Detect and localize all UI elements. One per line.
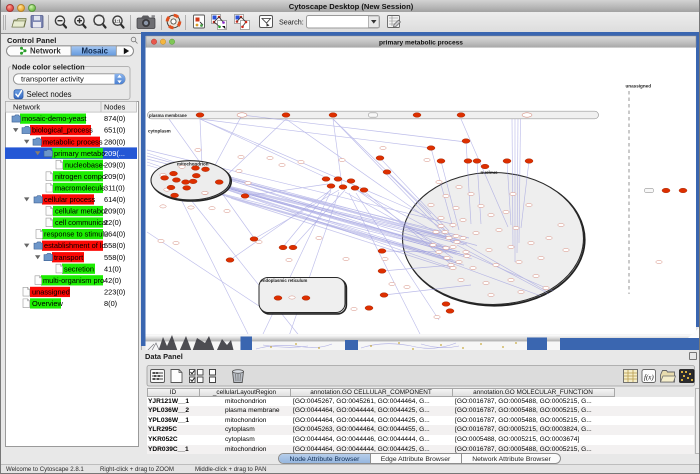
svg-text:209(...: 209(... [104, 149, 125, 158]
svg-text:Mosaic: Mosaic [82, 47, 109, 56]
svg-text:plasma membrane: plasma membrane [149, 113, 187, 118]
svg-text:establishment of lo: establishment of lo [44, 241, 106, 250]
svg-text:cell communicat: cell communicat [55, 218, 108, 227]
svg-text:264(0): 264(0) [104, 230, 125, 239]
svg-text:8(0): 8(0) [104, 299, 117, 308]
svg-text:280(0): 280(0) [104, 137, 125, 146]
svg-text:response to stimulu: response to stimulu [44, 230, 108, 239]
svg-text:cytoplasm: cytoplasm [148, 129, 171, 134]
svg-text:secretion: secretion [64, 264, 94, 273]
svg-text:614(0): 614(0) [104, 195, 125, 204]
svg-text:311(0): 311(0) [104, 184, 125, 193]
svg-text:209(0): 209(0) [104, 160, 125, 169]
svg-text:f(x): f(x) [644, 374, 654, 382]
svg-text:558(0): 558(0) [104, 253, 125, 262]
svg-text:42(0): 42(0) [104, 276, 121, 285]
svg-text:nitrogen compo: nitrogen compo [55, 172, 106, 181]
svg-text:transport: transport [54, 253, 83, 262]
svg-text:cellular metabol: cellular metabol [55, 207, 107, 216]
svg-text:metabolic process: metabolic process [43, 137, 103, 146]
svg-text:874(0): 874(0) [104, 114, 125, 123]
svg-text:unassigned: unassigned [32, 287, 70, 296]
svg-text:transporter activity: transporter activity [21, 75, 84, 84]
svg-text:Select nodes: Select nodes [27, 90, 72, 99]
svg-text:22(0): 22(0) [104, 218, 121, 227]
svg-text:nucleobase-: nucleobase- [65, 160, 106, 169]
svg-text:Node color selection: Node color selection [12, 62, 85, 71]
svg-text:primary metabo: primary metabo [54, 149, 105, 158]
svg-text:nucleus: nucleus [481, 170, 499, 175]
svg-text:primary metabolic process: primary metabolic process [379, 40, 463, 47]
svg-text:Overview: Overview [32, 299, 63, 308]
svg-text:41(0): 41(0) [104, 264, 121, 273]
svg-text:1:1: 1:1 [114, 19, 121, 24]
svg-text:558(0): 558(0) [104, 241, 125, 250]
svg-text:multi-organism pro: multi-organism pro [43, 276, 104, 285]
svg-text:endoplasmic reticulum: endoplasmic reticulum [261, 278, 308, 283]
svg-text:Search:: Search: [279, 17, 304, 26]
svg-text:209(0): 209(0) [104, 207, 125, 216]
svg-text:cellular process: cellular process [44, 195, 96, 204]
svg-text:unassigned: unassigned [626, 84, 652, 89]
svg-text:Network: Network [30, 47, 61, 56]
svg-text:Control Panel: Control Panel [7, 36, 56, 45]
svg-text:223(0): 223(0) [104, 287, 125, 296]
svg-text:209(0): 209(0) [104, 172, 125, 181]
svg-text:macromolecule: macromolecule [55, 184, 105, 193]
svg-text:Network: Network [13, 103, 40, 112]
svg-text:651(0): 651(0) [104, 126, 125, 135]
svg-text:biological_process: biological_process [32, 126, 93, 135]
svg-text:mosaic-demo-yeast: mosaic-demo-yeast [22, 114, 86, 123]
svg-text:Nodes: Nodes [104, 103, 126, 112]
